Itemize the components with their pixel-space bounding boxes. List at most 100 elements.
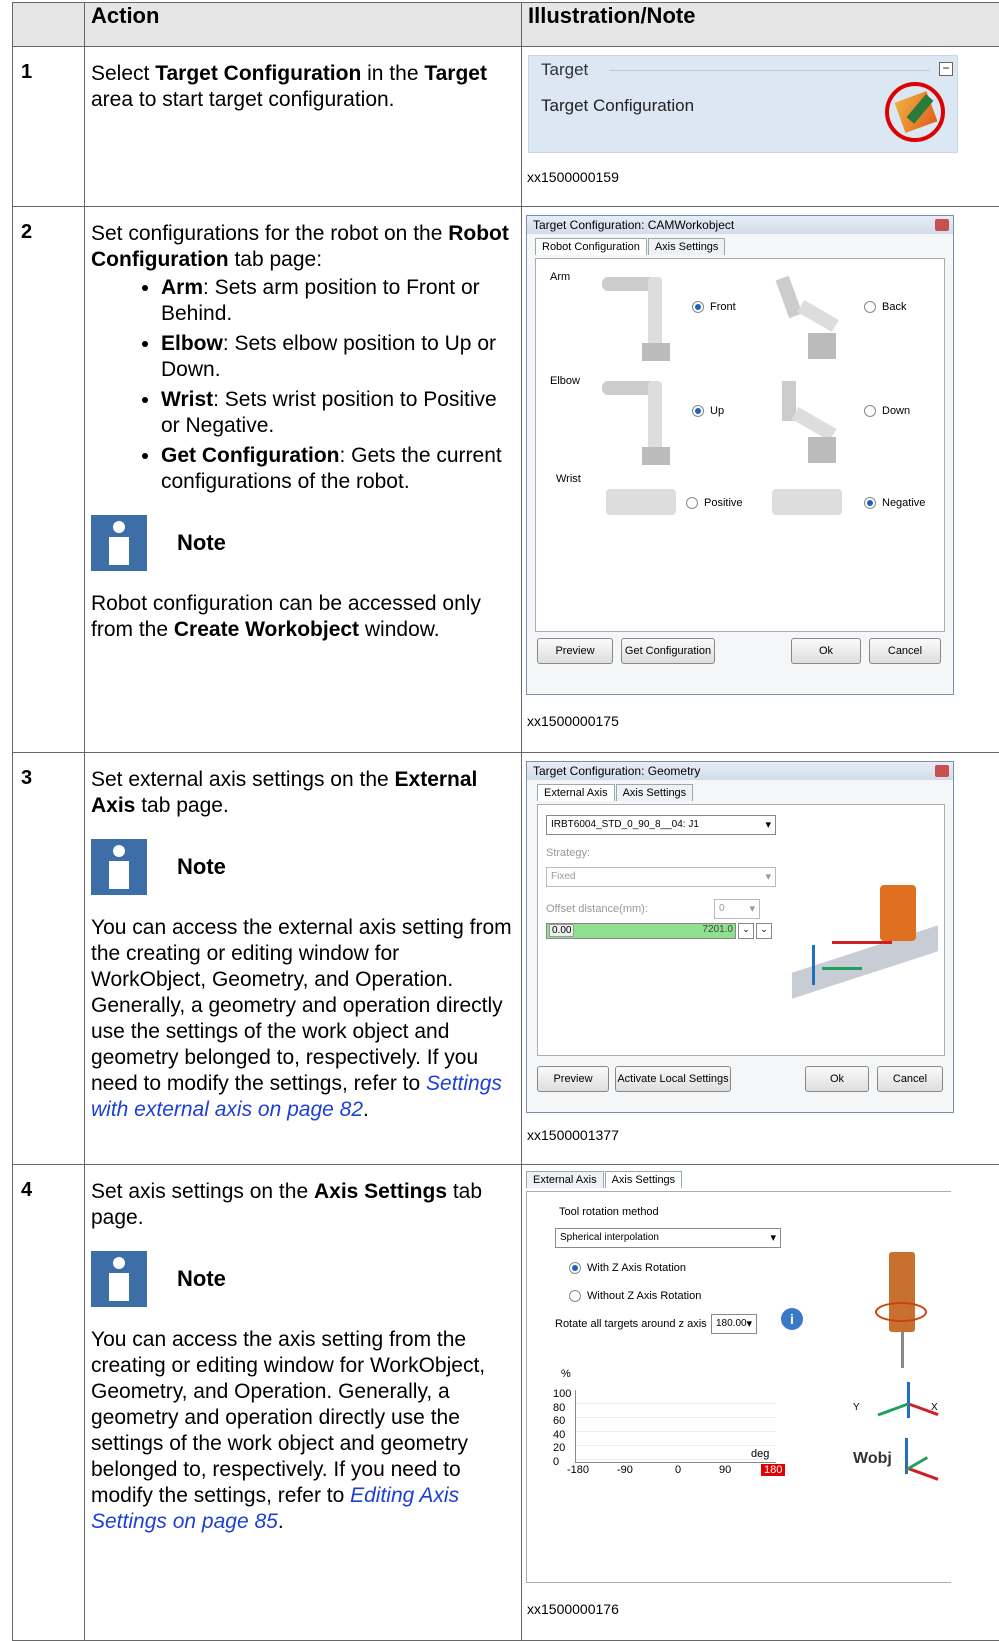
figure-code: xx1500000176 bbox=[527, 1601, 619, 1617]
tab-axis-settings[interactable]: Axis Settings bbox=[648, 238, 726, 255]
tab-axis-settings[interactable]: Axis Settings bbox=[605, 1171, 683, 1188]
note-text: Robot configuration can be accessed only… bbox=[91, 591, 515, 643]
step-action: Set axis settings on the Axis Settings t… bbox=[85, 1165, 522, 1641]
bullet-list: Arm: Sets arm position to Front or Behin… bbox=[91, 275, 515, 495]
rotate-label: Rotate all targets around z axis bbox=[555, 1318, 707, 1330]
offset-input[interactable]: 0 bbox=[714, 899, 760, 919]
ok-button[interactable]: Ok bbox=[791, 638, 861, 664]
info-icon bbox=[91, 515, 147, 571]
table-row: 2 Set configurations for the robot on th… bbox=[13, 207, 999, 753]
step-illustration: External Axis Axis Settings Tool rotatio… bbox=[522, 1165, 999, 1641]
rotate-input[interactable]: 180.00 bbox=[711, 1314, 757, 1334]
get-configuration-button[interactable]: Get Configuration bbox=[621, 638, 715, 664]
tool-rotation-select[interactable]: Spherical interpolation bbox=[555, 1228, 781, 1248]
strategy-label: Strategy: bbox=[546, 847, 590, 859]
header-action: Action bbox=[85, 3, 522, 47]
tab-external-axis[interactable]: External Axis bbox=[526, 1171, 604, 1188]
chart-unit: % bbox=[561, 1368, 571, 1380]
elbow-label: Elbow bbox=[550, 375, 580, 387]
slider-left-button[interactable]: ⌄ bbox=[738, 923, 754, 939]
radio-back[interactable]: Back bbox=[864, 301, 906, 313]
wrist-negative-image bbox=[772, 481, 848, 521]
slider-right-button[interactable]: ⌄ bbox=[756, 923, 772, 939]
step-illustration: Target Configuration: Geometry External … bbox=[522, 753, 999, 1165]
wobj-label: Wobj bbox=[853, 1450, 892, 1468]
note-box: Note bbox=[91, 839, 515, 895]
table-row: 1 Select Target Configuration in the Tar… bbox=[13, 47, 999, 207]
dialog-window: Target Configuration: CAMWorkobject Robo… bbox=[526, 215, 954, 695]
step-action: Set configurations for the robot on the … bbox=[85, 207, 522, 753]
radio-positive[interactable]: Positive bbox=[686, 497, 743, 509]
radio-negative[interactable]: Negative bbox=[864, 497, 925, 509]
procedure-table: Action Illustration/Note 1 Select Target… bbox=[12, 2, 999, 1641]
x-tick: 0 bbox=[675, 1464, 681, 1476]
tab-panel: IRBT6004_STD_0_90_8__04: J1 Strategy: Fi… bbox=[537, 804, 945, 1056]
ok-button[interactable]: Ok bbox=[805, 1066, 869, 1092]
step-number: 4 bbox=[13, 1165, 85, 1641]
cancel-button[interactable]: Cancel bbox=[877, 1066, 943, 1092]
offset-slider[interactable]: 0.00 7201.0 bbox=[546, 923, 736, 939]
track-robot-image bbox=[792, 875, 940, 1005]
target-area-panel: Target − Target Configuration bbox=[528, 55, 958, 153]
info-icon[interactable]: i bbox=[781, 1308, 803, 1330]
radio-up[interactable]: Up bbox=[692, 405, 724, 417]
collapse-icon[interactable]: − bbox=[939, 62, 953, 76]
step-illustration: Target − Target Configuration xx15000001… bbox=[522, 47, 999, 207]
note-label: Note bbox=[177, 1266, 226, 1292]
dialog-title: Target Configuration: CAMWorkobject bbox=[527, 216, 953, 234]
x-tick: -180 bbox=[567, 1464, 589, 1476]
y-axis-ticks: 100 80 60 40 20 0 bbox=[553, 1388, 571, 1469]
note-label: Note bbox=[177, 530, 226, 556]
table-row: 4 Set axis settings on the Axis Settings… bbox=[13, 1165, 999, 1641]
tab-panel: Arm Front Back Elbow bbox=[535, 258, 945, 632]
radio-down[interactable]: Down bbox=[864, 405, 910, 417]
robot-back-image bbox=[772, 273, 852, 363]
list-item: Wrist: Sets wrist position to Positive o… bbox=[161, 387, 515, 439]
y-tick: 20 bbox=[553, 1442, 571, 1456]
robot-up-image bbox=[602, 377, 682, 467]
activate-local-settings-button[interactable]: Activate Local Settings bbox=[615, 1066, 731, 1092]
strategy-select[interactable]: Fixed bbox=[546, 867, 776, 887]
target-configuration-item[interactable]: Target Configuration bbox=[541, 96, 694, 116]
target-configuration-icon[interactable] bbox=[885, 82, 945, 142]
header-num bbox=[13, 3, 85, 47]
step-number: 1 bbox=[13, 47, 85, 207]
note-text: You can access the axis setting from the… bbox=[91, 1327, 515, 1535]
tab-external-axis[interactable]: External Axis bbox=[537, 784, 615, 801]
figure-code: xx1500000159 bbox=[527, 169, 619, 185]
x-tick: 180 bbox=[761, 1464, 785, 1476]
table-row: 3 Set external axis settings on the Exte… bbox=[13, 753, 999, 1165]
note-text: You can access the external axis setting… bbox=[91, 915, 515, 1123]
wrist-positive-image bbox=[606, 481, 682, 521]
tool-rotation-label: Tool rotation method bbox=[559, 1206, 659, 1218]
axis-select[interactable]: IRBT6004_STD_0_90_8__04: J1 bbox=[546, 815, 776, 835]
radio-with-z-rotation[interactable]: With Z Axis Rotation bbox=[569, 1262, 686, 1274]
radio-without-z-rotation[interactable]: Without Z Axis Rotation bbox=[569, 1290, 701, 1302]
figure-code: xx1500001377 bbox=[527, 1127, 619, 1143]
note-box: Note bbox=[91, 1251, 515, 1307]
info-icon bbox=[91, 1251, 147, 1307]
preview-button[interactable]: Preview bbox=[537, 638, 613, 664]
note-label: Note bbox=[177, 854, 226, 880]
tab-axis-settings[interactable]: Axis Settings bbox=[616, 784, 694, 801]
list-item: Arm: Sets arm position to Front or Behin… bbox=[161, 275, 515, 327]
close-icon[interactable] bbox=[935, 765, 949, 777]
y-tick: 100 bbox=[553, 1388, 571, 1402]
cancel-button[interactable]: Cancel bbox=[869, 638, 941, 664]
header-illustration: Illustration/Note bbox=[522, 3, 999, 47]
radio-front[interactable]: Front bbox=[692, 301, 736, 313]
note-box: Note bbox=[91, 515, 515, 571]
close-icon[interactable] bbox=[935, 219, 949, 231]
info-icon bbox=[91, 839, 147, 895]
table-header-row: Action Illustration/Note bbox=[13, 3, 999, 47]
x-unit: deg bbox=[751, 1448, 769, 1460]
step-number: 2 bbox=[13, 207, 85, 753]
step-illustration: Target Configuration: CAMWorkobject Robo… bbox=[522, 207, 999, 753]
target-area-title: Target bbox=[541, 60, 588, 80]
tab-robot-configuration[interactable]: Robot Configuration bbox=[535, 238, 647, 255]
preview-button[interactable]: Preview bbox=[537, 1066, 609, 1092]
y-tick: 40 bbox=[553, 1429, 571, 1443]
x-tick: 90 bbox=[719, 1464, 731, 1476]
rotation-chart bbox=[575, 1390, 776, 1463]
axis-settings-panel: Tool rotation method Spherical interpola… bbox=[526, 1191, 951, 1583]
